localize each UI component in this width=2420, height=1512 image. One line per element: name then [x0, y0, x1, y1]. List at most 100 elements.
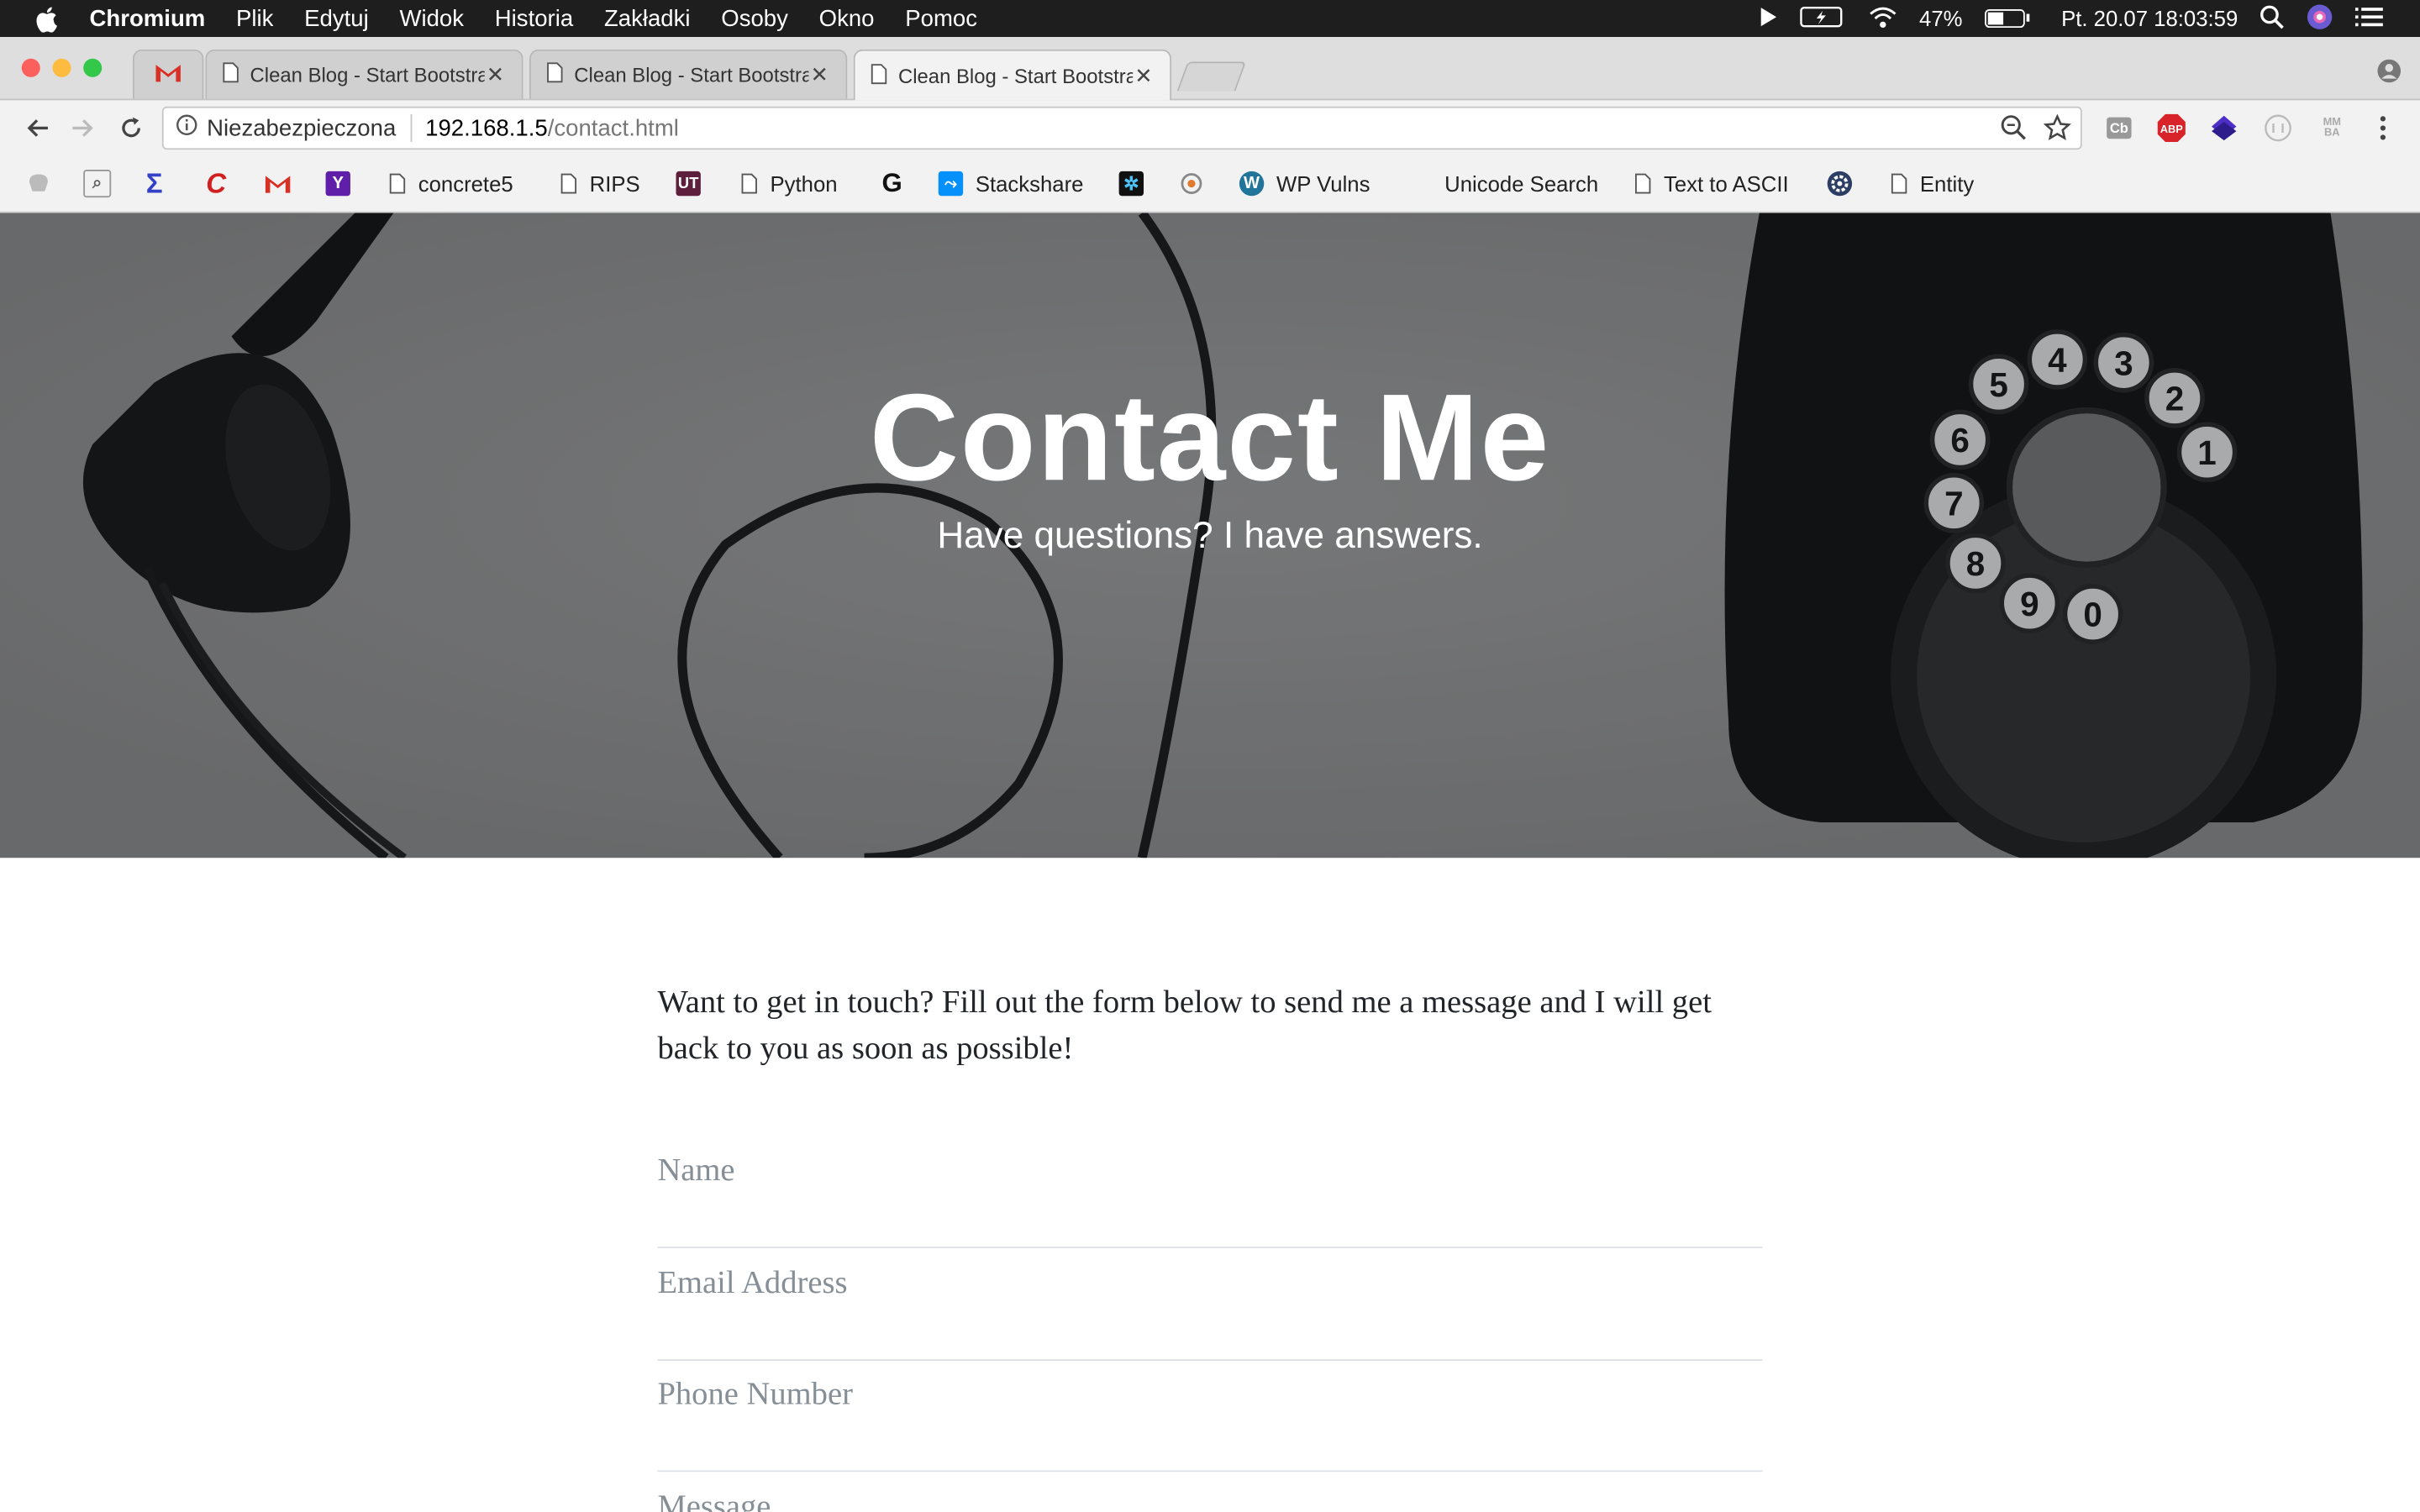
bookmark-g-icon[interactable]: G [880, 168, 904, 199]
menu-edytuj[interactable]: Edytuj [304, 5, 369, 31]
adblock-plus-icon[interactable]: ABP [2156, 113, 2187, 144]
contact-intro-text: Want to get in touch? Fill out the form … [657, 983, 1712, 1067]
bookmark-label: Python [770, 171, 838, 197]
new-tab-button[interactable] [1176, 61, 1247, 92]
bookmark-search-icon[interactable]: ⌕ [83, 168, 112, 199]
bookmark-chef-icon[interactable] [24, 168, 52, 199]
close-window-button[interactable] [21, 58, 40, 77]
bookmark-yahoo-icon[interactable]: Y [325, 168, 350, 199]
email-field-group [657, 1263, 1763, 1361]
email-input[interactable] [657, 1263, 1763, 1303]
bookmark-sigma-icon[interactable]: Σ [142, 167, 166, 199]
menu-historia[interactable]: Historia [495, 5, 573, 31]
reload-button[interactable] [116, 113, 147, 144]
bookmark-wp-vulns[interactable]: W WP Vulns [1239, 168, 1370, 199]
clock[interactable]: Pt. 20.07 18:03:59 [2061, 6, 2238, 30]
close-tab-icon[interactable]: ✕ [485, 61, 507, 87]
siri-icon[interactable] [2306, 3, 2333, 35]
bookmark-unicode-search[interactable]: Unicode Search [1432, 168, 1598, 199]
bookmarks-bar: ⌕ Σ C Y concrete5 RIPS UT Python G ⤳ Sta… [0, 155, 2420, 213]
sync-battery-icon[interactable] [1799, 4, 1845, 34]
gmail-icon [155, 61, 182, 87]
chrome-menu-icon[interactable] [2368, 113, 2399, 144]
menu-pomoc[interactable]: Pomoc [905, 5, 977, 31]
name-input[interactable] [657, 1151, 1763, 1190]
bookmark-rips[interactable]: RIPS [560, 168, 640, 199]
macos-menu-bar: Chromium Plik Edytuj Widok Historia Zakł… [0, 0, 2420, 38]
notification-center-icon[interactable] [2354, 5, 2383, 31]
minimize-window-button[interactable] [52, 58, 71, 77]
menu-widok[interactable]: Widok [399, 5, 464, 31]
phone-field-group [657, 1374, 1763, 1473]
page-title: Contact Me [869, 368, 1551, 507]
menu-zakladki[interactable]: Zakładki [604, 5, 691, 31]
menu-okno[interactable]: Okno [819, 5, 875, 31]
bookmark-label: concrete5 [418, 171, 513, 197]
bookmark-text-to-ascii[interactable]: Text to ASCII [1634, 168, 1789, 199]
page-icon [1891, 173, 1907, 194]
spotlight-search-icon[interactable] [2260, 4, 2284, 34]
page-icon [560, 173, 577, 194]
page-icon [222, 61, 239, 87]
page-icon [546, 61, 563, 87]
zoom-icon[interactable] [2000, 114, 2028, 148]
menu-bar-status-area: 47% Pt. 20.07 18:03:59 [1759, 0, 2383, 37]
security-label[interactable]: Niezabezpieczona [207, 115, 396, 141]
extension-mmba-icon[interactable]: MM BA [2317, 113, 2348, 144]
bookmark-label: WP Vulns [1276, 171, 1370, 197]
back-button[interactable] [22, 113, 53, 144]
wifi-icon[interactable] [1867, 4, 1898, 34]
wappalyzer-icon[interactable] [2208, 113, 2239, 144]
web-page: 432 156 789 0 Contact Me Have questions?… [0, 213, 2420, 1512]
battery-icon[interactable] [1984, 9, 2029, 29]
page-icon [389, 173, 406, 194]
bookmark-star-app-icon[interactable]: ✲ [1118, 168, 1144, 199]
url-host: 192.168.1.5 [425, 114, 548, 142]
stackshare-icon: ⤳ [938, 171, 964, 197]
info-icon[interactable] [176, 114, 197, 142]
page-icon [871, 62, 887, 88]
bookmark-gmail-icon[interactable] [264, 168, 292, 199]
bookmark-stackshare[interactable]: ⤳ Stackshare [938, 168, 1084, 199]
tab-clean-blog-1[interactable]: Clean Blog - Start Bootstrap ✕ [205, 49, 523, 99]
apple-menu-icon[interactable] [31, 5, 62, 32]
cookiebro-extension-icon[interactable]: Cb [2103, 113, 2134, 144]
tab-clean-blog-active[interactable]: Clean Blog - Start Bootstrap ✕ [853, 49, 1172, 101]
bookmark-entity[interactable]: Entity [1891, 168, 1974, 199]
address-separator [409, 113, 412, 142]
bookmark-label: Entity [1919, 171, 1975, 197]
battery-percent: 47% [1919, 6, 1963, 31]
bookmark-python[interactable]: Python [741, 168, 838, 199]
bookmark-sniffer-icon[interactable] [1177, 168, 1205, 199]
bookmark-concrete5[interactable]: concrete5 [389, 168, 513, 199]
tab-title: Clean Blog - Start Bootstrap [574, 63, 809, 87]
page-icon [1635, 173, 1651, 194]
app-name-menu[interactable]: Chromium [90, 5, 206, 31]
address-bar[interactable]: Niezabezpieczona 192.168.1.5/contact.htm… [161, 106, 2082, 150]
close-tab-icon[interactable]: ✕ [1133, 62, 1155, 88]
play-icon[interactable] [1759, 5, 1777, 31]
tab-title: Clean Blog - Start Bootstrap [250, 63, 485, 87]
phone-input[interactable] [657, 1374, 1763, 1414]
bookmark-label: Text to ASCII [1664, 171, 1789, 197]
window-controls [21, 58, 103, 77]
menu-plik[interactable]: Plik [236, 5, 273, 31]
bookmark-c-icon[interactable]: C [203, 167, 228, 199]
close-tab-icon[interactable]: ✕ [808, 61, 830, 87]
bookmark-gear-icon[interactable] [1826, 168, 1854, 199]
forward-button[interactable] [68, 113, 99, 144]
bookmark-label: Unicode Search [1444, 171, 1599, 197]
tab-clean-blog-2[interactable]: Clean Blog - Start Bootstrap ✕ [529, 49, 848, 99]
bookmark-ut-icon[interactable]: UT [676, 168, 701, 199]
bookmark-label: Stackshare [975, 171, 1084, 197]
profile-icon[interactable] [2377, 59, 2402, 92]
zoom-window-button[interactable] [83, 58, 103, 77]
message-input[interactable] [657, 1487, 1763, 1512]
bookmark-star-icon[interactable] [2043, 113, 2071, 148]
menu-osoby[interactable]: Osoby [721, 5, 788, 31]
extension-circle-icon[interactable] [2263, 113, 2294, 144]
bookmark-label: RIPS [589, 171, 640, 197]
contact-content: Want to get in touch? Fill out the form … [657, 978, 1763, 1512]
tab-gmail-pinned[interactable] [132, 49, 204, 99]
browser-toolbar: Niezabezpieczona 192.168.1.5/contact.htm… [0, 100, 2420, 156]
